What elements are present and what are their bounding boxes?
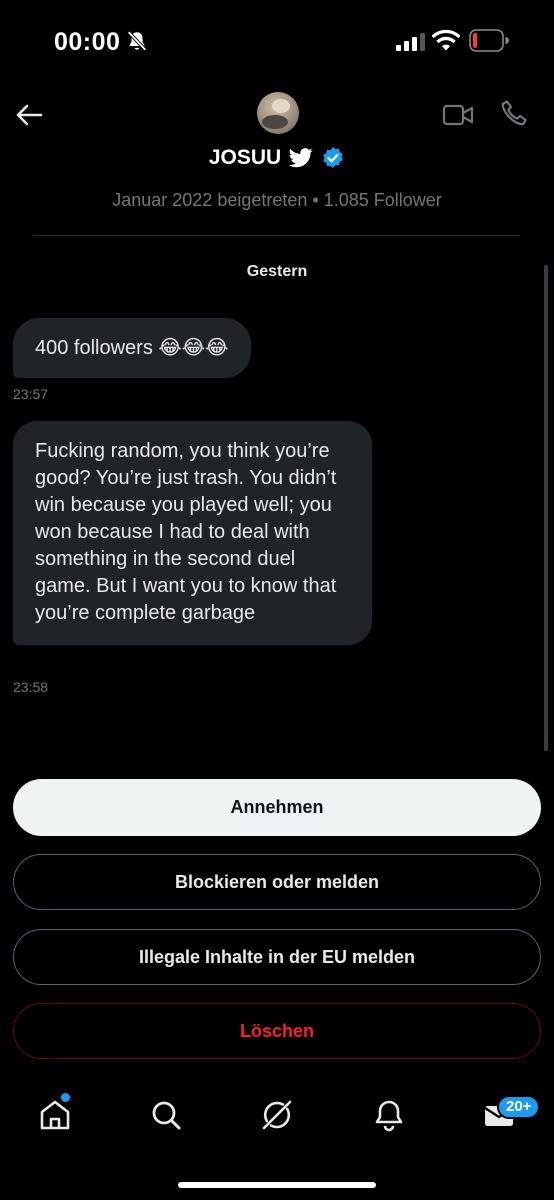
home-indicator xyxy=(178,1182,376,1188)
date-separator: Gestern xyxy=(246,263,308,280)
profile-meta: Januar 2022 beigetreten • 1.085 Follower xyxy=(112,190,442,210)
profile-name-row[interactable]: JOSUU xyxy=(0,146,554,170)
status-time: 00:00 xyxy=(54,28,121,56)
cellular-signal-icon xyxy=(396,33,425,51)
report-illegal-content-button[interactable]: Illegale Inhalte in der EU melden xyxy=(13,929,541,985)
search-icon[interactable] xyxy=(149,1098,183,1132)
message-bubble[interactable]: Fucking random, you think you’re good? Y… xyxy=(13,421,372,645)
home-notification-dot xyxy=(61,1093,70,1102)
grok-icon[interactable] xyxy=(260,1098,294,1132)
avatar[interactable] xyxy=(257,92,299,134)
message-bubble[interactable]: 400 followers 😂😂😂 xyxy=(13,318,251,378)
twitter-bird-icon xyxy=(289,148,313,168)
verified-badge-icon xyxy=(323,147,343,168)
profile-name: JOSUU xyxy=(208,146,282,169)
home-icon[interactable] xyxy=(38,1098,72,1132)
block-or-report-button[interactable]: Blockieren oder melden xyxy=(13,854,541,910)
wifi-icon xyxy=(432,30,460,51)
battery-low-icon xyxy=(469,29,509,52)
phone-call-icon[interactable] xyxy=(500,99,528,127)
notifications-icon[interactable] xyxy=(372,1098,406,1132)
message-timestamp: 23:58 xyxy=(13,679,49,695)
divider xyxy=(33,235,520,236)
delete-button[interactable]: Löschen xyxy=(13,1003,541,1059)
message-timestamp: 23:57 xyxy=(13,386,49,402)
back-arrow-icon[interactable] xyxy=(14,100,44,130)
messages-badge: 20+ xyxy=(497,1095,541,1119)
video-call-icon[interactable] xyxy=(442,102,474,128)
accept-button[interactable]: Annehmen xyxy=(13,779,541,836)
scrollbar[interactable] xyxy=(544,265,548,751)
bell-off-icon xyxy=(127,31,147,51)
